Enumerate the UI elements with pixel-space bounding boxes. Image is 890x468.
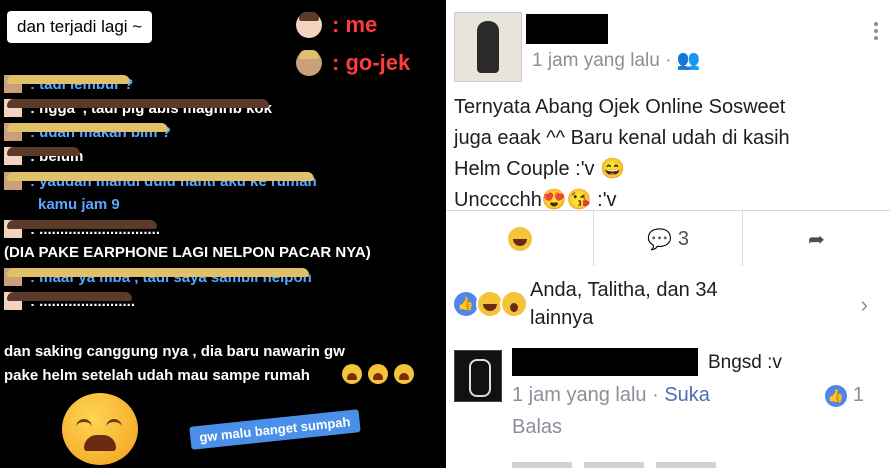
post-text-line: Ternyata Abang Ojek Online Sosweet xyxy=(454,96,786,118)
gojek-avatar-icon xyxy=(4,172,22,190)
chat-text-continued: kamu jam 9 xyxy=(38,196,120,213)
chat-line: : ....................... xyxy=(4,292,135,310)
reactors-text: Anda, Talitha, dan 34 lainnya xyxy=(530,276,718,332)
narration-line: (DIA PAKE EARPHONE LAGI NELPON PACAR NYA… xyxy=(4,244,371,261)
story-title: dan terjadi lagi ~ xyxy=(7,11,153,43)
redacted-name xyxy=(526,14,608,44)
post-text-line: juga eaak ^^ Baru kenal udah di kasih xyxy=(454,127,790,149)
haha-reaction-icon xyxy=(507,227,532,251)
gojek-avatar-icon xyxy=(4,268,22,286)
closing-line-1: dan saking canggung nya , dia baru nawar… xyxy=(4,343,345,360)
post-time[interactable]: 1 jam yang lalu xyxy=(532,50,660,71)
story-panel: dan terjadi lagi ~ : me : go-jek : tadi … xyxy=(0,0,446,468)
post-card: 1 jam yang lalu · 👥 Ternyata Abang Ojek … xyxy=(446,0,890,211)
redacted-commenter-name xyxy=(512,348,698,376)
comment-button[interactable]: 💬 3 xyxy=(594,211,743,267)
comment-like-number: 1 xyxy=(852,384,864,406)
chat-line: : ............................. xyxy=(4,220,160,238)
gojek-avatar-icon xyxy=(4,75,22,93)
chat-line: : yaudah mandi dulu nanti aku ke rumah xyxy=(4,172,317,190)
crying-emoji-icon xyxy=(394,364,414,384)
legend-me-label: : me xyxy=(332,12,378,37)
comment-like-button[interactable]: Suka xyxy=(664,384,710,406)
gojek-avatar-icon xyxy=(4,123,22,141)
comment-meta: 1 jam yang lalu · Suka xyxy=(512,384,710,406)
more-options-icon[interactable] xyxy=(874,22,878,43)
post-actions-bar: 💬 3 ➦ xyxy=(446,210,890,268)
next-comment-cutoff xyxy=(512,454,792,468)
legend-gojek-label: : go-jek xyxy=(332,50,411,75)
share-button[interactable]: ➦ xyxy=(743,211,890,267)
me-avatar-icon xyxy=(4,220,22,238)
comment-like-count: 👍 1 xyxy=(824,384,864,407)
chat-line: : ngga' , tadi plg abis maghrib kok xyxy=(4,99,272,117)
chat-line: : maaf ya mba , tadi saya sambil nelpon xyxy=(4,268,312,286)
wow-reaction-icon xyxy=(500,290,528,318)
comment-text: Bngsd :v xyxy=(708,352,782,373)
friends-icon: 👥 xyxy=(676,50,701,71)
crying-emoji-icon xyxy=(342,364,362,384)
chat-line: : tadi lembur ? xyxy=(4,75,133,93)
comment-count: 3 xyxy=(677,227,689,250)
closing-line-2: pake helm setelah udah mau sampe rumah xyxy=(4,367,310,384)
reactors-line-2: lainnya xyxy=(530,307,594,329)
share-icon: ➦ xyxy=(807,228,825,251)
me-avatar-icon xyxy=(4,292,22,310)
reactions-summary[interactable]: 👍 Anda, Talitha, dan 34 lainnya › xyxy=(446,266,890,343)
gojek-avatar-icon xyxy=(296,50,322,76)
facebook-post-panel: 1 jam yang lalu · 👥 Ternyata Abang Ojek … xyxy=(446,0,890,468)
chevron-right-icon[interactable]: › xyxy=(861,292,868,318)
legend-gojek: : go-jek xyxy=(296,50,410,76)
me-avatar-icon xyxy=(4,99,22,117)
comment-item: Bngsd :v 1 jam yang lalu · Suka 👍 1 Bala… xyxy=(446,342,890,468)
text-sticker: gw malu banget sumpah xyxy=(189,409,361,450)
crying-emoji-icon xyxy=(368,364,388,384)
me-avatar-icon xyxy=(296,12,322,38)
me-avatar-icon xyxy=(4,147,22,165)
chat-line: : belum xyxy=(4,147,83,165)
post-text: Ternyata Abang Ojek Online Sosweet juga … xyxy=(454,92,874,216)
reaction-icons: 👍 xyxy=(452,290,528,318)
post-meta: 1 jam yang lalu · 👥 xyxy=(532,50,701,71)
like-reaction-icon: 👍 xyxy=(824,384,847,407)
comment-time: 1 jam yang lalu xyxy=(512,384,647,406)
poster-avatar[interactable] xyxy=(454,12,522,82)
weary-face-emoji-icon xyxy=(62,393,138,465)
react-button[interactable] xyxy=(446,211,595,267)
post-text-line: Helm Couple :'v 😄 xyxy=(454,158,625,180)
comment-icon: 💬 xyxy=(646,228,672,251)
chat-line: : udah makan blm ? xyxy=(4,123,171,141)
commenter-avatar[interactable] xyxy=(454,350,502,402)
reactors-line-1: Anda, Talitha, dan 34 xyxy=(530,279,718,301)
legend-me: : me xyxy=(296,12,377,38)
reply-button[interactable]: Balas xyxy=(512,416,562,439)
